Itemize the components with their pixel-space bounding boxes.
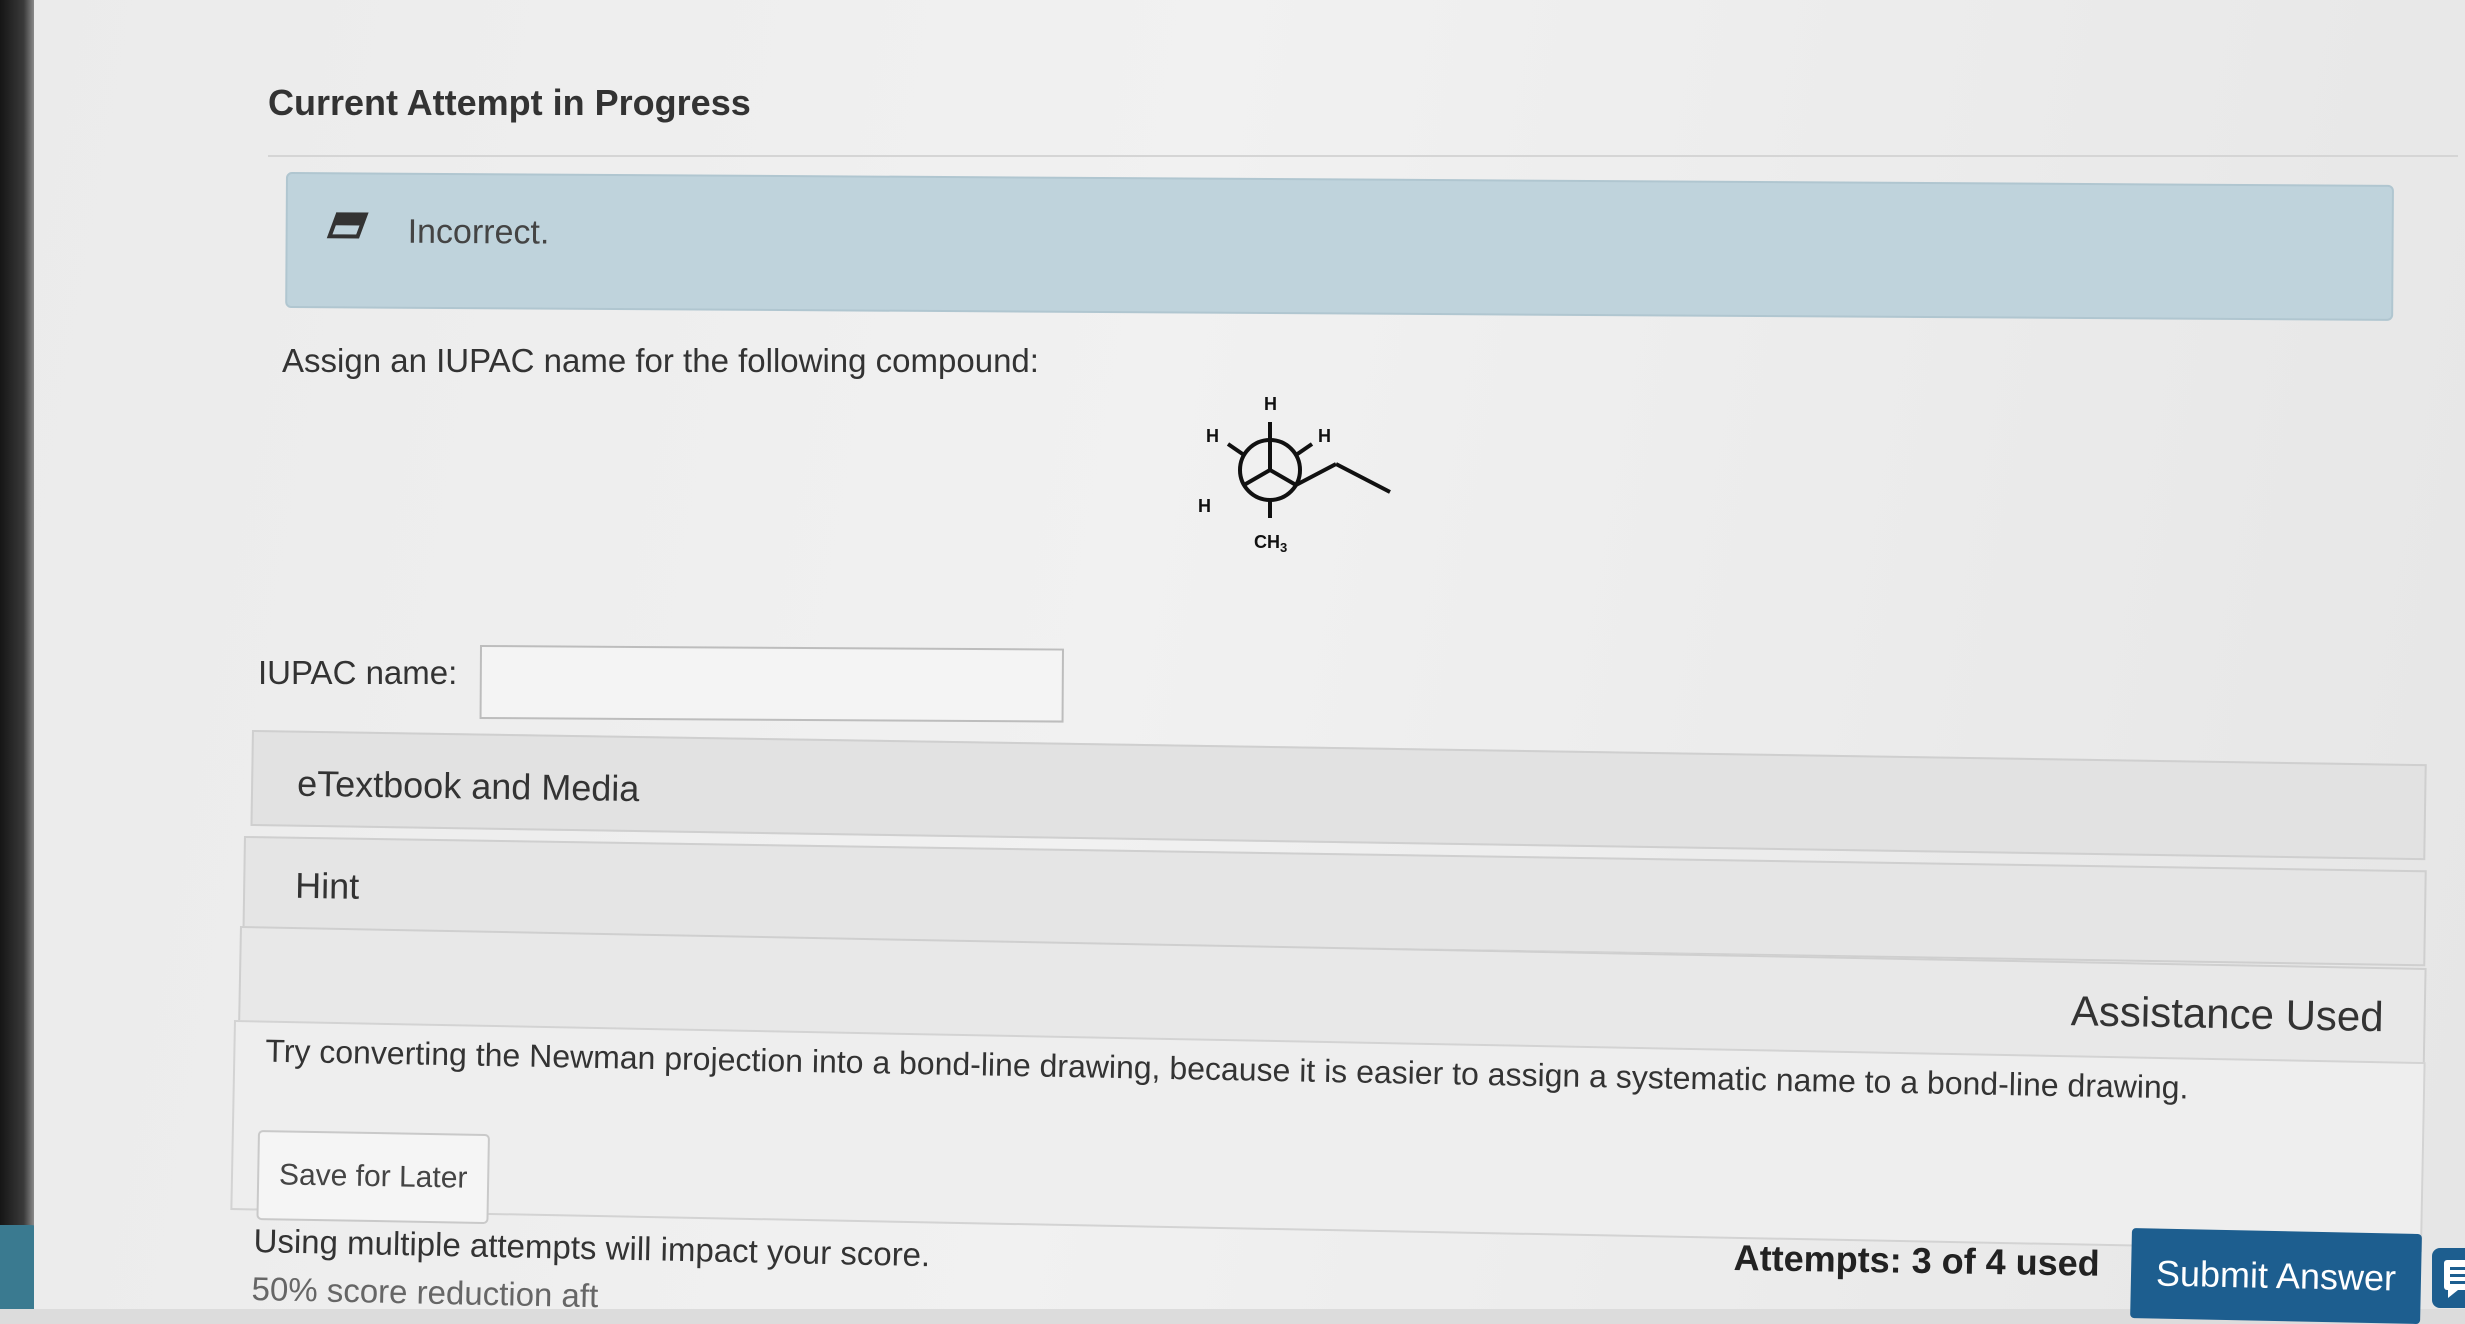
chat-icon <box>2444 1260 2465 1298</box>
etextbook-label: eTextbook and Media <box>296 762 640 810</box>
atom-label-lower-left: H <box>1198 496 1211 516</box>
feedback-status: Incorrect. <box>407 212 550 252</box>
question-prompt: Assign an IUPAC name for the following c… <box>282 342 1039 379</box>
atom-label-subscript: 3 <box>1280 540 1287 555</box>
eraser-icon <box>326 212 369 239</box>
score-penalty-note: 50% score reduction aft <box>251 1270 599 1315</box>
hint-content: Try converting the Newman projection int… <box>230 1020 2426 1253</box>
newman-projection: H H H H CH3 <box>1198 394 1391 555</box>
atom-label-upper-left: H <box>1206 426 1219 446</box>
chat-button[interactable] <box>2432 1248 2465 1308</box>
svg-text:CH3: CH3 <box>1254 532 1287 555</box>
answer-label: IUPAC name: <box>258 654 458 691</box>
feedback-banner: Incorrect. <box>285 172 2394 321</box>
section-title: Current Attempt in Progress <box>268 82 751 123</box>
assistance-used-label: Assistance Used <box>2070 987 2385 1041</box>
hint-label: Hint <box>294 864 360 907</box>
screen-bezel <box>0 0 34 1309</box>
atom-label-upper-right: H <box>1318 426 1331 446</box>
page: Current Attempt in Progress Incorrect. A… <box>34 0 2465 1324</box>
submit-answer-button[interactable]: Submit Answer <box>2130 1228 2422 1324</box>
divider <box>268 155 2458 157</box>
iupac-name-input[interactable] <box>479 645 1064 723</box>
attempts-warning: Using multiple attempts will impact your… <box>253 1222 931 1274</box>
atom-label-top: H <box>1264 394 1277 414</box>
attempts-counter: Attempts: 3 of 4 used <box>1733 1237 2101 1284</box>
atom-label-bottom: CH <box>1254 532 1280 552</box>
save-for-later-button[interactable]: Save for Later <box>256 1130 490 1225</box>
